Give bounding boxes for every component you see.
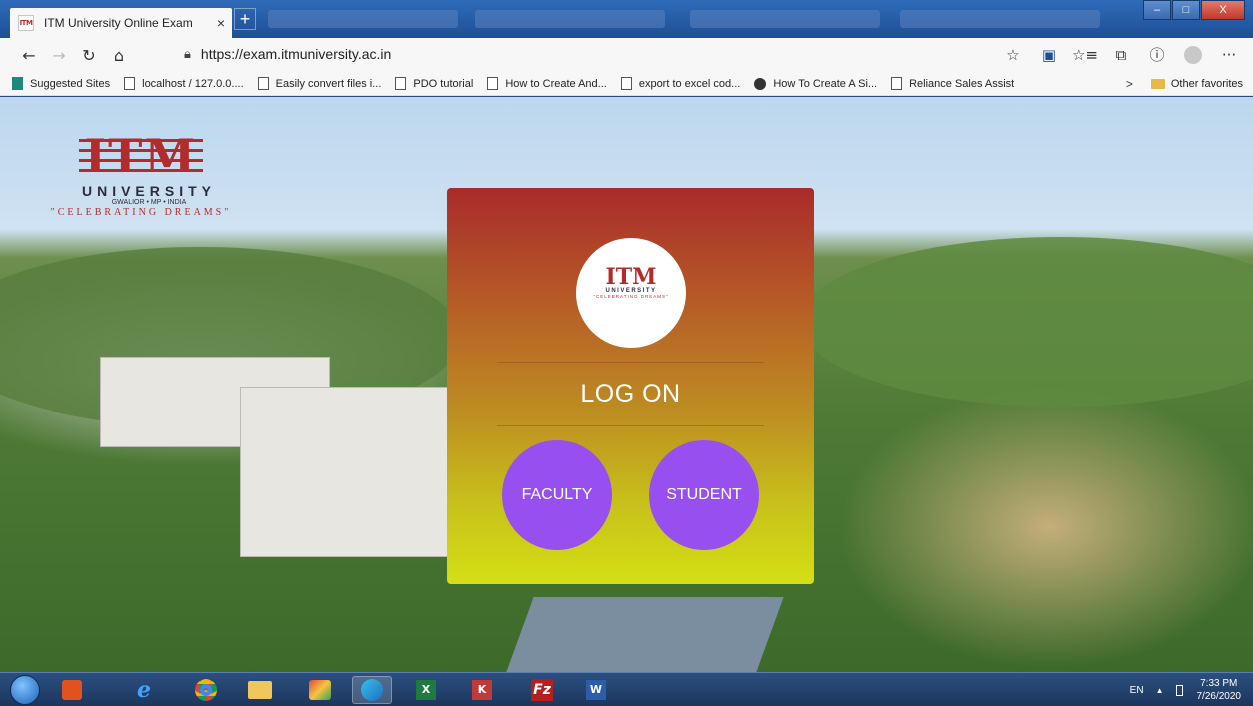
read-aloud-icon[interactable]: ⓘ bbox=[1139, 44, 1175, 65]
favorite-item[interactable]: Suggested Sites bbox=[12, 77, 110, 90]
folder-icon bbox=[1150, 79, 1165, 89]
close-window-button[interactable]: X bbox=[1201, 0, 1245, 20]
word-icon[interactable]: W bbox=[576, 676, 616, 704]
logo-tagline: "CELEBRATING DREAMS" bbox=[50, 207, 232, 218]
favorites-overflow: > Other favorites bbox=[1126, 77, 1243, 91]
logo-university-text: UNIVERSITY bbox=[81, 183, 216, 199]
student-login-button[interactable]: STUDENT bbox=[649, 440, 759, 550]
home-icon[interactable]: ⌂ bbox=[104, 46, 134, 65]
forward-arrow-icon[interactable]: → bbox=[44, 46, 74, 65]
toolbar-right: ☆ ▣ ☆≡ ⧉ ⓘ ··· bbox=[995, 44, 1247, 65]
page-icon bbox=[487, 77, 499, 90]
campus-building bbox=[240, 387, 450, 557]
language-indicator[interactable]: EN bbox=[1130, 685, 1144, 696]
favorites-bar: Suggested Sites localhost / 127.0.0.... … bbox=[0, 72, 1253, 96]
clock[interactable]: 7:33 PM 7/26/2020 bbox=[1197, 677, 1242, 703]
login-card: ITM UNIVERSITY "CELEBRATING DREAMS" LOG … bbox=[447, 188, 814, 584]
favorite-item[interactable]: How to Create And... bbox=[487, 77, 607, 90]
favorites-list-icon[interactable]: ☆≡ bbox=[1067, 46, 1103, 64]
blurred-tab[interactable] bbox=[690, 10, 880, 28]
url-text[interactable]: https://exam.itmuniversity.ac.in bbox=[201, 46, 391, 62]
media-player-icon[interactable] bbox=[62, 680, 82, 700]
favorite-star-icon[interactable]: ☆ bbox=[995, 46, 1031, 64]
card-logo-mark: ITM bbox=[605, 264, 657, 290]
favorite-item[interactable]: How To Create A Si... bbox=[754, 77, 877, 90]
divider bbox=[497, 362, 764, 363]
start-button[interactable] bbox=[10, 675, 40, 705]
app-k-icon[interactable]: K bbox=[462, 676, 502, 704]
internet-explorer-icon[interactable]: e bbox=[124, 676, 164, 704]
divider bbox=[497, 425, 764, 426]
excel-icon[interactable]: X bbox=[406, 676, 446, 704]
edge-icon[interactable] bbox=[352, 676, 392, 704]
card-logo-tagline: "CELEBRATING DREAMS" bbox=[593, 294, 669, 299]
page-viewport: ITM UNIVERSITY GWALIOR • MP • INDIA "CEL… bbox=[0, 97, 1253, 672]
favorite-item[interactable]: PDO tutorial bbox=[395, 77, 473, 90]
favorite-item[interactable]: Reliance Sales Assist bbox=[891, 77, 1014, 90]
background-hill bbox=[800, 237, 1253, 407]
page-icon bbox=[620, 77, 632, 90]
collections-icon[interactable]: ⧉ bbox=[1103, 46, 1139, 64]
blurred-tab[interactable] bbox=[268, 10, 458, 28]
page-icon bbox=[891, 77, 903, 90]
page-icon bbox=[257, 77, 269, 90]
card-logo-circle: ITM UNIVERSITY "CELEBRATING DREAMS" bbox=[576, 238, 686, 348]
more-menu-icon[interactable]: ··· bbox=[1211, 46, 1247, 64]
basketball-court bbox=[506, 597, 784, 672]
profile-avatar[interactable] bbox=[1184, 45, 1202, 64]
blurred-tab[interactable] bbox=[900, 10, 1100, 28]
chevron-right-icon[interactable]: > bbox=[1126, 77, 1133, 91]
university-logo: ITM UNIVERSITY GWALIOR • MP • INDIA "CEL… bbox=[36, 131, 246, 218]
extension-icon[interactable]: ▣ bbox=[1031, 46, 1067, 64]
minimize-button[interactable]: – bbox=[1143, 0, 1171, 20]
favorite-item[interactable]: export to excel cod... bbox=[620, 77, 740, 90]
other-favorites-link[interactable]: Other favorites bbox=[1171, 78, 1243, 90]
browser-titlebar: ITM ITM University Online Exam × + – □ X bbox=[0, 0, 1253, 38]
favorite-item[interactable]: localhost / 127.0.0.... bbox=[124, 77, 244, 90]
maximize-button[interactable]: □ bbox=[1172, 0, 1200, 20]
site-dot-icon bbox=[754, 77, 767, 90]
tab-close-icon[interactable]: × bbox=[210, 15, 232, 31]
browser-tab-active[interactable]: ITM ITM University Online Exam × bbox=[10, 8, 232, 38]
filezilla-icon[interactable]: Fz bbox=[522, 676, 562, 704]
login-heading: LOG ON bbox=[580, 380, 681, 408]
file-explorer-icon[interactable] bbox=[240, 676, 280, 704]
chrome-icon[interactable] bbox=[186, 676, 226, 704]
url-field[interactable]: 🔒︎ https://exam.itmuniversity.ac.in bbox=[184, 46, 391, 62]
system-tray: EN ▲ 7:33 PM 7/26/2020 bbox=[1130, 677, 1241, 703]
address-bar: ← → ↻ ⌂ 🔒︎ https://exam.itmuniversity.ac… bbox=[0, 38, 1253, 72]
favorite-item[interactable]: Easily convert files i... bbox=[257, 77, 381, 90]
lock-icon: 🔒︎ bbox=[184, 46, 191, 62]
battery-icon[interactable] bbox=[1175, 684, 1183, 696]
tray-expand-icon[interactable]: ▲ bbox=[1156, 686, 1164, 695]
page-icon bbox=[395, 77, 407, 90]
itm-favicon-icon: ITM bbox=[18, 15, 34, 31]
itm-logo-mark: ITM bbox=[79, 131, 203, 181]
clock-time: 7:33 PM bbox=[1200, 678, 1238, 689]
logo-letters: ITM bbox=[84, 129, 198, 183]
blurred-tab[interactable] bbox=[475, 10, 665, 28]
window-controls: – □ X bbox=[1142, 0, 1245, 20]
new-tab-button[interactable]: + bbox=[234, 8, 256, 30]
back-arrow-icon[interactable]: ← bbox=[14, 46, 44, 65]
paint-icon[interactable] bbox=[300, 676, 340, 704]
page-icon bbox=[124, 77, 136, 90]
bing-icon bbox=[12, 77, 23, 90]
faculty-login-button[interactable]: FACULTY bbox=[502, 440, 612, 550]
tab-title: ITM University Online Exam bbox=[44, 16, 193, 30]
clock-date: 7/26/2020 bbox=[1196, 691, 1242, 702]
windows-taskbar: e X K Fz W EN ▲ 7:33 PM 7/26/2020 bbox=[0, 672, 1253, 706]
refresh-icon[interactable]: ↻ bbox=[74, 46, 104, 65]
logo-location-text: GWALIOR • MP • INDIA bbox=[111, 199, 187, 206]
